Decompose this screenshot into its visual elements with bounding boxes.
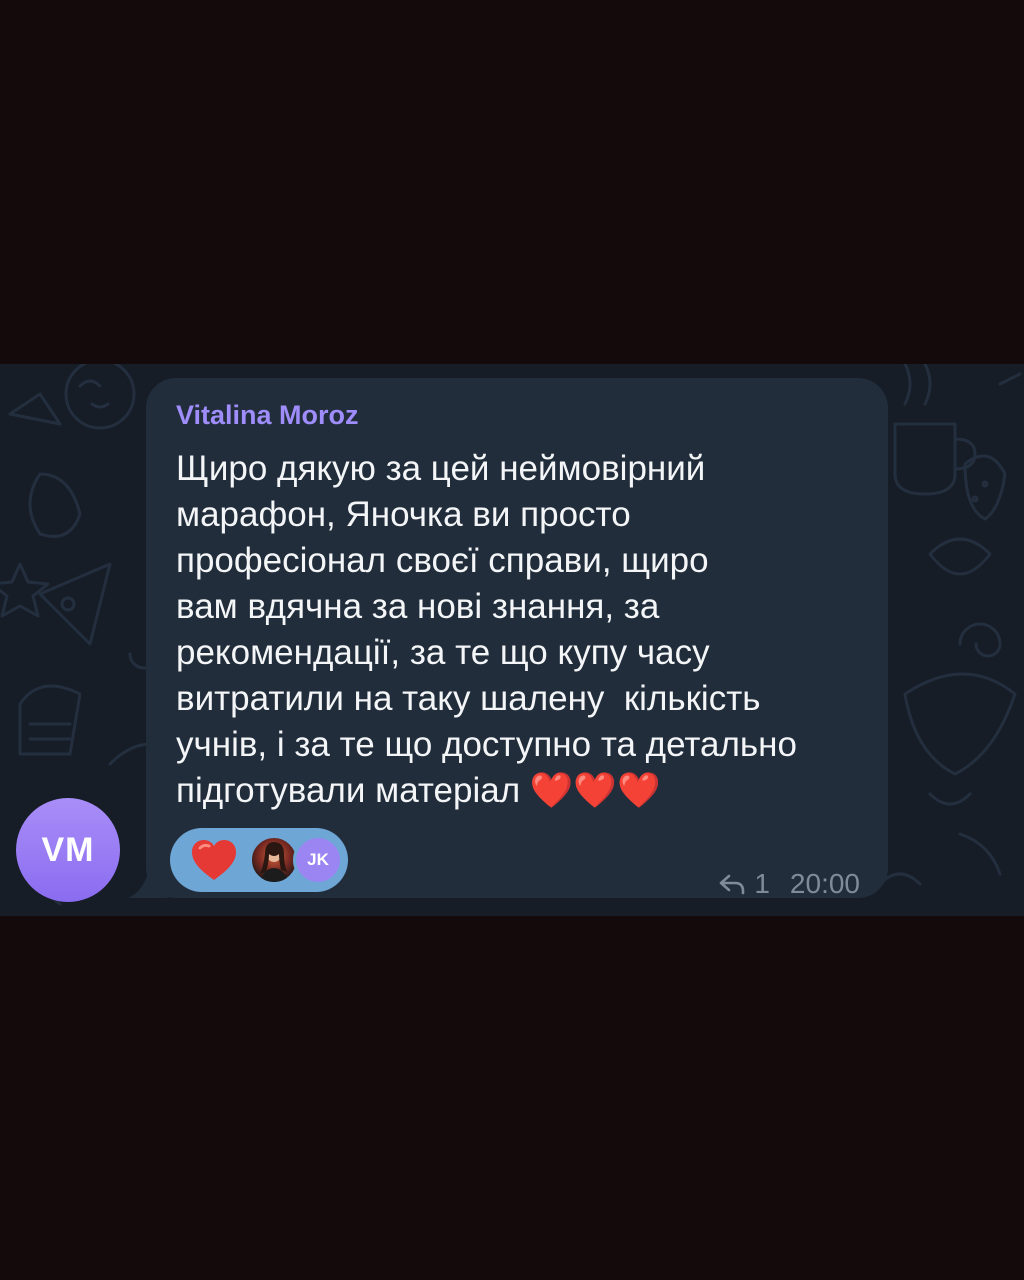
reaction-heart-button[interactable]: JK [170, 828, 348, 892]
message-meta: 1 20:00 [718, 868, 860, 900]
message-text: Щиро дякую за цей неймовірний марафон, Я… [176, 449, 797, 810]
message-bubble[interactable]: Vitalina Moroz Щиро дякую за цей неймові… [146, 378, 888, 900]
heart-icon [192, 840, 236, 880]
reply-icon[interactable] [718, 873, 746, 895]
screenshot-frame: Vitalina Moroz Щиро дякую за цей неймові… [0, 0, 1024, 1280]
reactor-avatar-photo[interactable] [249, 835, 299, 885]
reply-count[interactable]: 1 [754, 868, 770, 900]
chat-area[interactable]: Vitalina Moroz Щиро дякую за цей неймові… [0, 364, 1024, 916]
message-time: 20:00 [789, 868, 860, 899]
sender-avatar[interactable]: VM [16, 798, 120, 902]
person-photo-icon [260, 842, 288, 882]
reactor-avatar-initials[interactable]: JK [293, 835, 343, 885]
sender-name[interactable]: Vitalina Moroz [176, 400, 359, 431]
